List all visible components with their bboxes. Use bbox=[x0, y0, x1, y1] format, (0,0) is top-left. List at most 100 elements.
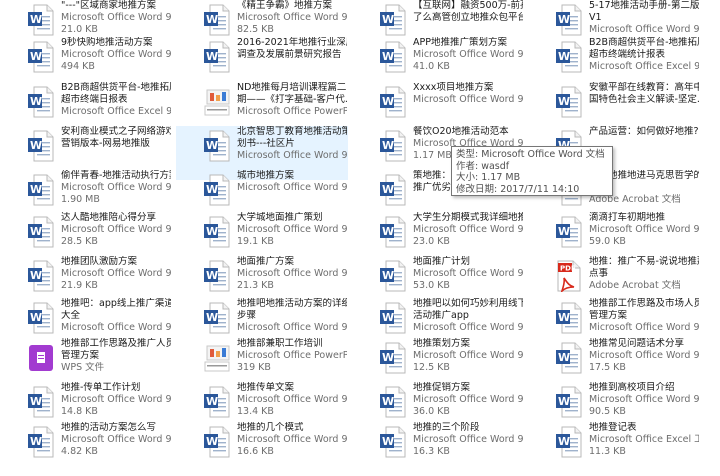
word-icon: W bbox=[556, 41, 582, 73]
file-text: 达人酷地推陪心得分享 Microsoft Office Word 9... 28.5… bbox=[61, 212, 171, 248]
file-type: WPS 文件 bbox=[61, 362, 105, 373]
file-type: Microsoft Office Word 9... bbox=[61, 49, 171, 60]
file-text: 偷伴青春-地推活动执行方案 Microsoft Office Word 9... 1… bbox=[61, 170, 171, 206]
svg-text:W: W bbox=[30, 311, 42, 324]
svg-text:W: W bbox=[382, 311, 394, 324]
file-size: 21.9 KB bbox=[61, 280, 98, 291]
file-name: 滴滴打车初期地推 bbox=[589, 212, 666, 223]
svg-text:W: W bbox=[206, 13, 218, 26]
word-icon: W bbox=[556, 426, 582, 458]
word-icon: W bbox=[380, 41, 406, 73]
svg-text:W: W bbox=[382, 225, 394, 238]
file-name-cont: 了么高管创立地推众包平台 bbox=[413, 12, 523, 23]
file-size: 1.90 MB bbox=[61, 194, 100, 205]
file-tooltip: 类型: Microsoft Office Word 文档 作者: wasdf 大… bbox=[451, 146, 613, 196]
file-item[interactable]: W 地推登记表Microsoft Office Excel 工...11.3 KB bbox=[528, 422, 700, 476]
word-icon: W bbox=[28, 386, 54, 418]
word-icon: W bbox=[204, 302, 230, 334]
file-size: 21.3 KB bbox=[237, 280, 274, 291]
file-name: 达人酷地推陪心得分享 bbox=[61, 212, 157, 223]
file-name: 《精王争霸》地推方案 bbox=[237, 0, 333, 11]
word-icon: W bbox=[204, 130, 230, 162]
svg-text:W: W bbox=[558, 435, 570, 448]
file-name-cont: 营销版本-网易地推版 bbox=[61, 138, 150, 149]
file-size: 59.0 KB bbox=[589, 236, 626, 247]
file-text: 大学城地面推广策划 Microsoft Office Word 9... 19.1 … bbox=[237, 212, 347, 248]
svg-text:W: W bbox=[558, 351, 570, 364]
file-size: 4.82 KB bbox=[61, 446, 98, 457]
svg-text:W: W bbox=[382, 269, 394, 282]
file-text: 地面推广计划 Microsoft Office Word 9... 53.0 KB bbox=[413, 256, 523, 292]
file-name: 地推吧以如何巧妙利用线下 bbox=[413, 298, 523, 309]
svg-text:W: W bbox=[206, 269, 218, 282]
file-name: 【互联网】融资500万-前孩 bbox=[413, 0, 523, 11]
svg-text:W: W bbox=[558, 13, 570, 26]
file-size: 41.0 KB bbox=[413, 61, 450, 72]
svg-text:W: W bbox=[382, 395, 394, 408]
svg-text:W: W bbox=[30, 395, 42, 408]
svg-text:W: W bbox=[206, 139, 218, 152]
file-type: Microsoft Office Word 9... bbox=[237, 434, 347, 445]
svg-text:W: W bbox=[206, 183, 218, 196]
word-icon: W bbox=[28, 426, 54, 458]
file-text: 地推的几个模式 Microsoft Office Word 9... 16.6 KB bbox=[237, 422, 347, 458]
file-item[interactable]: W 地推的三个阶段 Microsoft Office Word 9... 16.3 K… bbox=[352, 422, 524, 476]
file-type: Microsoft Office Word 9... bbox=[413, 49, 523, 60]
file-name: APP地推推广策划方案 bbox=[413, 37, 507, 48]
file-name-cont: 步骤 bbox=[237, 310, 257, 321]
word-icon: W bbox=[28, 302, 54, 334]
file-type: Microsoft Office Word 9... bbox=[237, 394, 347, 405]
file-type: Microsoft Office Word 9... bbox=[413, 394, 523, 405]
file-text: 地推：推广不易-说说地推那 点事 Adobe Acrobat 文档 bbox=[589, 256, 699, 292]
file-item[interactable]: W 地推的活动方案怎么写 Microsoft Office Word 9... 4.8… bbox=[0, 422, 172, 476]
file-text: 大学生分期模式我详细地推 Microsoft Office Word 9... 23… bbox=[413, 212, 523, 248]
file-name: 地推吧：app线上推广渠道 bbox=[61, 298, 171, 309]
file-size: 82.5 KB bbox=[237, 24, 274, 35]
svg-text:W: W bbox=[30, 95, 42, 108]
word-icon: W bbox=[204, 426, 230, 458]
file-name: 大学城地面推广策划 bbox=[237, 212, 323, 223]
file-name-cont: 期——《打字基础-客户代... bbox=[237, 94, 347, 105]
file-size: 16.3 KB bbox=[413, 446, 450, 457]
file-text: 北京智思丁教育地推活动策 划书---社区片 Microsoft Office Wor… bbox=[237, 126, 347, 162]
file-name: 5-17地推活动手册-第二版 bbox=[589, 0, 699, 11]
file-text: 地推常见问题话术分享 Microsoft Office Word 9... 17.5… bbox=[589, 338, 699, 374]
svg-text:W: W bbox=[206, 435, 218, 448]
file-type: Microsoft Office Word 9... bbox=[237, 182, 347, 193]
file-type: Microsoft Office Word 9... bbox=[61, 268, 171, 279]
word-icon: W bbox=[28, 86, 54, 118]
file-text: 安利商业模式之子网络游戏 营销版本-网易地推版 bbox=[61, 126, 171, 150]
file-type: Microsoft Office Excel 9... bbox=[589, 61, 699, 72]
svg-text:W: W bbox=[382, 95, 394, 108]
file-text: 【互联网】融资500万-前孩 了么高管创立地推众包平台 bbox=[413, 0, 523, 24]
ppt-icon bbox=[204, 86, 230, 118]
file-name: B2B商超供货平台-地推拓展- bbox=[61, 82, 171, 93]
svg-text:W: W bbox=[382, 351, 394, 364]
file-name: 地推传单文案 bbox=[237, 382, 295, 393]
svg-text:W: W bbox=[558, 95, 570, 108]
file-type: Microsoft Office Word 9... bbox=[237, 224, 347, 235]
file-name: 地推登记表 bbox=[589, 422, 637, 433]
file-text: 地推部兼职工作培训 Microsoft Office PowerP... 319 K… bbox=[237, 338, 347, 374]
file-text: "---"区域商家地推方案 Microsoft Office Word 9... 2… bbox=[61, 0, 171, 36]
word-icon: W bbox=[28, 260, 54, 292]
file-item[interactable]: W 地推的几个模式 Microsoft Office Word 9... 16.6 K… bbox=[176, 422, 348, 476]
file-size: 319 KB bbox=[237, 362, 271, 373]
file-text: 地推部工作思路及推广人员 管理方案 WPS 文件 bbox=[61, 338, 171, 374]
file-text: 地推登记表Microsoft Office Excel 工...11.3 KB bbox=[589, 422, 699, 458]
file-text: B2B商超供货平台-地推拓展- 超市终端统计报表 Microsoft Office … bbox=[589, 37, 699, 73]
svg-text:W: W bbox=[558, 225, 570, 238]
file-size: 16.6 KB bbox=[237, 446, 274, 457]
file-size: 23.0 KB bbox=[413, 236, 450, 247]
file-type: Microsoft Office Word 9... bbox=[589, 394, 699, 405]
word-icon: W bbox=[380, 216, 406, 248]
word-icon: W bbox=[380, 4, 406, 36]
file-type: Microsoft Office Word 9... bbox=[589, 322, 699, 333]
file-type: Microsoft Office Word 9... bbox=[589, 224, 699, 235]
word-icon: W bbox=[380, 130, 406, 162]
file-name: "---"区域商家地推方案 bbox=[61, 0, 157, 11]
file-type: Microsoft Office Word 9... bbox=[61, 224, 171, 235]
file-name-cont: 超市终端日报表 bbox=[61, 94, 128, 105]
file-text: 9秒快购地推活动方案 Microsoft Office Word 9... 494 … bbox=[61, 37, 171, 73]
word-icon: W bbox=[380, 386, 406, 418]
